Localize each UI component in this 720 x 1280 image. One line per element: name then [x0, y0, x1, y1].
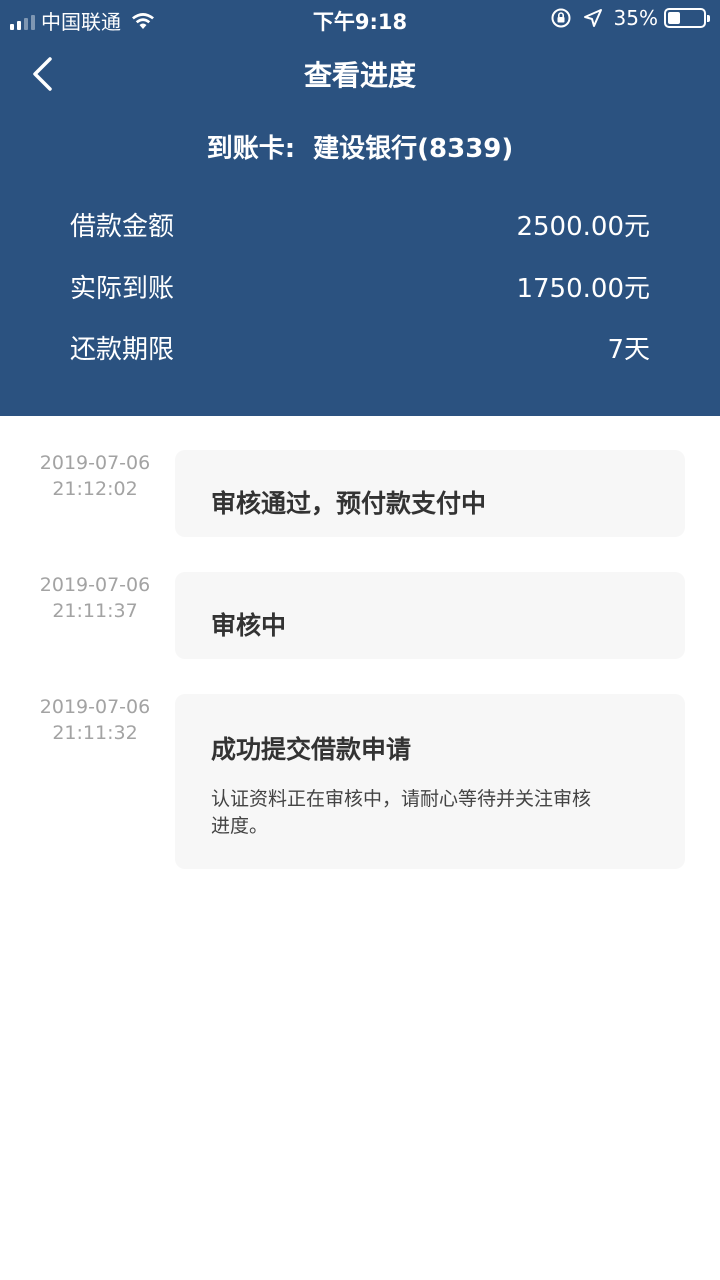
- timeline-title: 审核中: [211, 611, 287, 640]
- timeline-timestamp: 2019-07-06 21:12:02: [20, 450, 170, 502]
- summary-row-value: 2500.00元: [516, 211, 650, 242]
- timeline-date: 2019-07-06: [39, 452, 151, 474]
- timeline-description: 认证资料正在审核中，请耐心等待并关注审核进度。: [211, 788, 592, 837]
- card-value: 建设银行(8339): [313, 134, 514, 164]
- summary-row-value: 7天: [607, 334, 650, 365]
- battery-level: [668, 12, 680, 24]
- status-bar-right: 35%: [550, 6, 710, 30]
- summary-row-actual-received: 实际到账 1750.00元: [70, 266, 650, 306]
- timeline-time: 21:12:02: [52, 478, 138, 500]
- summary-row-value: 1750.00元: [516, 273, 650, 304]
- timeline-time: 21:11:32: [52, 722, 138, 744]
- summary-row-loan-amount: 借款金额 2500.00元: [70, 204, 650, 244]
- battery-icon: [664, 8, 710, 28]
- nav-bar: 查看进度: [0, 44, 720, 104]
- battery-percent: 35%: [613, 6, 658, 30]
- summary-row-repayment-term: 还款期限 7天: [70, 327, 650, 367]
- summary-row-label: 实际到账: [70, 273, 175, 304]
- timeline-card: 审核通过，预付款支付中: [175, 450, 685, 537]
- timeline-title: 成功提交借款申请: [211, 735, 412, 764]
- timeline-date: 2019-07-06: [39, 696, 151, 718]
- orientation-lock-icon: [551, 8, 571, 28]
- timeline-timestamp: 2019-07-06 21:11:37: [20, 572, 170, 624]
- page-title: 查看进度: [303, 59, 416, 92]
- timeline-title: 审核通过，预付款支付中: [211, 489, 487, 518]
- summary-row-label: 还款期限: [70, 334, 175, 365]
- timeline-time: 21:11:37: [52, 600, 138, 622]
- receiving-card: 到账卡: 建设银行(8339): [0, 128, 720, 165]
- location-arrow-icon: [583, 9, 602, 27]
- header-panel: 中国联通 下午9:18 35% 查看进度 到账卡: 建设银行(8339) 借款金…: [0, 0, 720, 416]
- summary-row-label: 借款金额: [70, 211, 175, 242]
- timeline-card: 审核中: [175, 572, 685, 659]
- timeline-date: 2019-07-06: [39, 574, 151, 596]
- status-bar: 中国联通 下午9:18 35%: [0, 0, 720, 38]
- timeline-timestamp: 2019-07-06 21:11:32: [20, 694, 170, 746]
- timeline-card: 成功提交借款申请 认证资料正在审核中，请耐心等待并关注审核进度。: [175, 694, 685, 869]
- card-label: 到账卡:: [206, 134, 296, 164]
